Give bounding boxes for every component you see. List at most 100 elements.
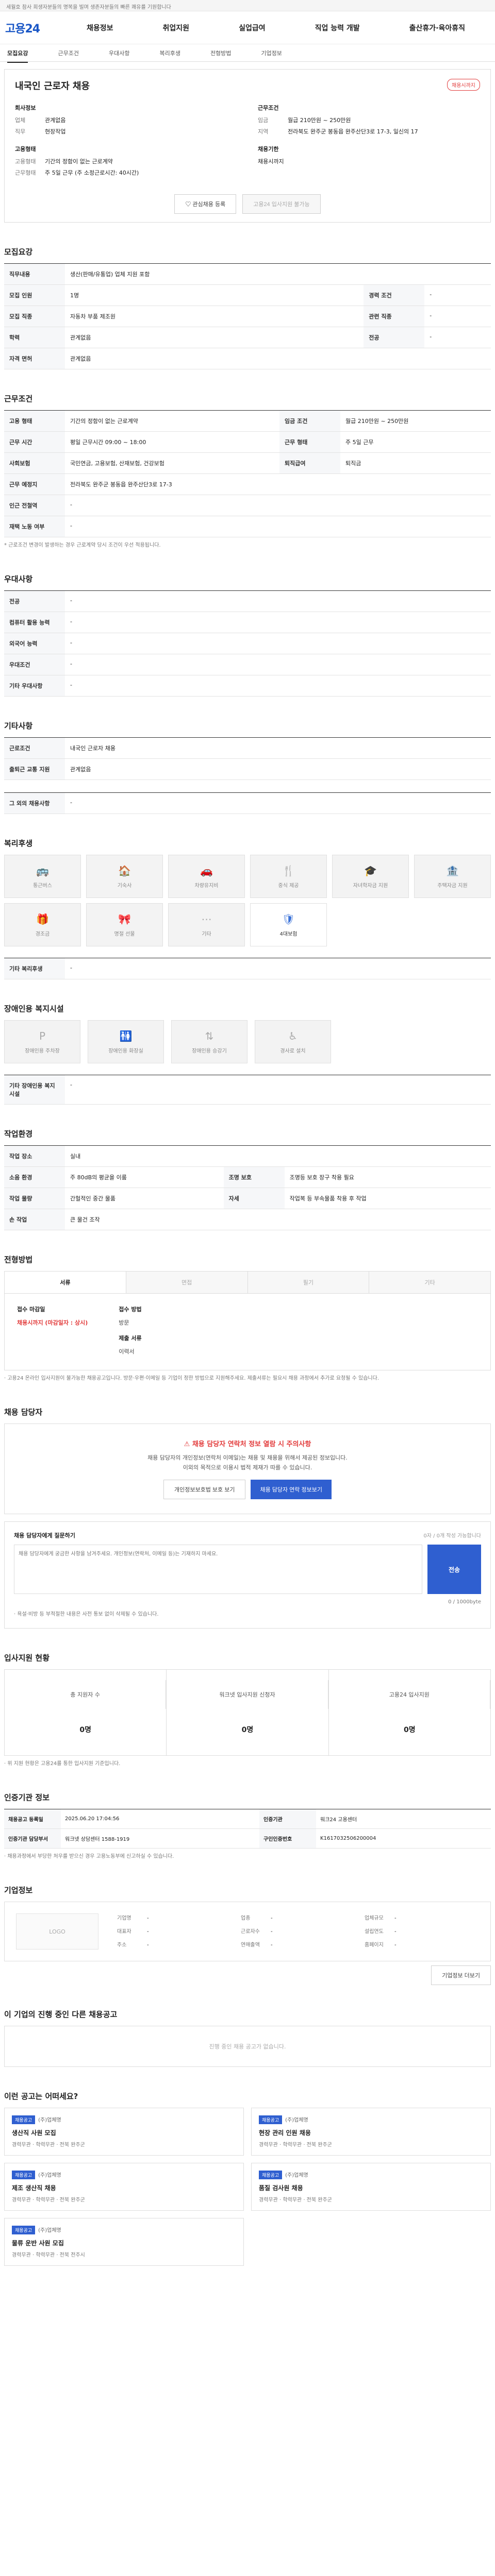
tab-preference[interactable]: 우대사항	[109, 49, 129, 57]
cell-value: 주 80dB의 평균을 이룸	[65, 1166, 224, 1188]
company-section: 기업정보 LOGO 기업명 - 업종 - 업체규모 - 대표자 - 근로자수 - 설립연도 - 주소 - 연…	[4, 1885, 491, 1986]
disability-item: ♿ 경사로 설치	[255, 1020, 331, 1063]
tab-welfare[interactable]: 복리후생	[159, 49, 180, 57]
cell-key: 기타 우대사항	[4, 675, 65, 697]
cell-key: 구인인증번호	[259, 1828, 317, 1849]
cell-value: 주 5일 근무	[340, 431, 491, 453]
parking-icon: P	[39, 1029, 46, 1042]
tab-conditions[interactable]: 근무조건	[58, 49, 78, 57]
recommend-meta: 경력무관 · 학력무관 · 전북 전주시	[12, 2252, 85, 2259]
warning-icon: ⚠	[184, 1440, 192, 1448]
welfare-item: 🏠 기숙사	[86, 855, 163, 898]
cell-key: 전공	[4, 590, 65, 612]
cell-key: 모집 인원	[4, 284, 65, 306]
company-field: 기업명 -	[117, 1913, 232, 1923]
cell-key: 사회보험	[4, 452, 65, 474]
warning-text: 채용 담당자 연락처 정보 열람 시 주의사항	[192, 1440, 311, 1448]
cell-value: -	[65, 590, 491, 612]
section-title: 이런 공고는 어떠세요?	[4, 2092, 78, 2102]
recommend-title[interactable]: 품질 검사원 채용	[259, 2183, 483, 2192]
privacy-info-button[interactable]: 개인정보보호법 보호 보기	[163, 1480, 246, 1500]
welfare-item: 🎓 자녀학자금 지원	[332, 855, 409, 898]
cell-value: 관계없음	[65, 348, 491, 369]
cell-value: -	[65, 792, 491, 814]
company-more-button[interactable]: 기업정보 더보기	[431, 1965, 491, 1986]
cell-value: -	[65, 1075, 491, 1105]
notice-desc-2: 이외의 목적으로 이용시 법적 제재가 따를 수 있습니다.	[183, 1464, 312, 1471]
section-title: 장애인용 복지시설	[4, 1004, 64, 1013]
tab-written[interactable]: 필기	[248, 1272, 370, 1293]
company-field-key: 대표자	[117, 1929, 131, 1935]
recommend-card[interactable]: 채용공고 (주)업체명 현장 관리 인원 채용 경력무관 · 학력무관 · 전북 완주…	[251, 2108, 491, 2156]
company-field: 설립연도 -	[365, 1927, 479, 1936]
recommend-card[interactable]: 채용공고 (주)업체명 품질 검사원 채용 경력무관 · 학력무관 · 전북 완주군	[251, 2163, 491, 2211]
tab-company[interactable]: 기업정보	[261, 49, 282, 57]
company-field-value: -	[394, 1929, 397, 1935]
ramp-icon: ♿	[288, 1029, 298, 1042]
nav-item-training[interactable]: 직업 능력 개발	[315, 23, 360, 33]
bookmark-button[interactable]: ♡ 관심채용 등록	[174, 194, 237, 214]
recommend-title[interactable]: 제조 생산직 채용	[12, 2183, 236, 2192]
tab-document[interactable]: 서류	[5, 1272, 126, 1293]
section-title: 인증기관 정보	[4, 1793, 50, 1803]
welfare-item: 🍴 중식 제공	[250, 855, 327, 898]
cell-value: 생산(판매/유통업) 업체 지원 포함	[65, 263, 491, 285]
job-summary: 내국인 근로자 채용 채용시까지 회사정보 업체 관계없음 직무 현장작업 근무조건…	[4, 69, 491, 223]
cell-key: 근로조건	[4, 737, 65, 759]
nav-item-benefit[interactable]: 실업급여	[239, 23, 266, 33]
disability-grid: P 장애인용 주차장 🚻 장애인용 화장실 ⇅ 장애인용 승강기 ♿ 경사로 설치	[4, 1020, 491, 1063]
recommend-card[interactable]: 채용공고 (주)업체명 제조 생산직 채용 경력무관 · 학력무관 · 전북 완주군	[4, 2163, 244, 2211]
car-icon: 🚗	[200, 864, 213, 877]
disability-item: ⇅ 장애인용 승강기	[171, 1020, 248, 1063]
tab-recruit[interactable]: 모집요강	[7, 49, 28, 63]
company-field-value: -	[147, 1942, 149, 1948]
method-caption: 접수 방법	[119, 1306, 142, 1313]
recommend-title[interactable]: 물류 운반 사원 모집	[12, 2239, 236, 2247]
recommend-company: (주)업체명	[285, 2173, 308, 2179]
recommend-top: 채용공고 (주)업체명	[12, 2115, 236, 2125]
recommend-company: (주)업체명	[285, 2117, 308, 2124]
selection-section: 전형방법 서류 면접 필기 기타 접수 마감일 채용시까지 (마감일자 : 상시…	[4, 1254, 491, 1383]
nav-item-leave[interactable]: 출산휴가·육아휴직	[409, 23, 465, 33]
recommend-title[interactable]: 생산직 사원 모집	[12, 2128, 236, 2137]
brand-logo[interactable]: 고용24	[5, 20, 62, 36]
inquiry-input[interactable]	[14, 1545, 422, 1595]
cell-value: 전라북도 완주군 봉동읍 완주산단3로 17-3	[65, 473, 491, 495]
applicants-section: 입사지원 현황 총 지원자 수 0명 워크넷 입사지원 신청자 0명 고용24 입사…	[4, 1652, 491, 1768]
inquiry-submit-button[interactable]: 전송	[427, 1545, 481, 1595]
section-title: 작업환경	[4, 1129, 33, 1139]
recommend-title[interactable]: 현장 관리 인원 채용	[259, 2128, 483, 2137]
deadline-caption: 접수 마감일	[17, 1306, 45, 1313]
kv-value: 주 5일 근무 (주 소정근로시간: 40시간)	[45, 170, 139, 176]
welfare-grid: 🚌 통근버스 🏠 기숙사 🚗 차량유지비 🍴 중식 제공 🎓 자녀학자금 지원 🏦 주택자금 지원 🎁 경…	[4, 855, 491, 946]
kv-value: 월급 210만원 ~ 250만원	[288, 117, 351, 124]
apply-disabled-button[interactable]: 고용24 입사지원 불가능	[242, 194, 321, 214]
cell-key: 자세	[223, 1188, 285, 1209]
cell-value: -	[65, 612, 491, 633]
cell-value: 큰 물건 조작	[65, 1209, 491, 1230]
nav-item-jobs[interactable]: 채용정보	[87, 23, 113, 33]
disability-label: 장애인용 화장실	[108, 1048, 143, 1054]
recommend-card[interactable]: 채용공고 (주)업체명 생산직 사원 모집 경력무관 · 학력무관 · 전북 완주군	[4, 2108, 244, 2156]
cell-value: -	[424, 327, 491, 348]
kv-key: 업체	[15, 117, 26, 124]
disability-section: 장애인용 복지시설 P 장애인용 주차장 🚻 장애인용 화장실 ⇅ 장애인용 승강기 ♿ 경사…	[4, 1003, 491, 1105]
recommend-meta: 경력무관 · 학력무관 · 전북 완주군	[259, 2142, 332, 2148]
cell-value: K1617032506200004	[316, 1828, 491, 1849]
recommend-top: 채용공고 (주)업체명	[259, 2171, 483, 2180]
tab-selection[interactable]: 전형방법	[210, 49, 231, 57]
tab-other[interactable]: 기타	[369, 1272, 490, 1293]
tab-interview[interactable]: 면접	[126, 1272, 248, 1293]
recommend-card[interactable]: 채용공고 (주)업체명 물류 운반 사원 모집 경력무관 · 학력무관 · 전북 전주…	[4, 2218, 244, 2266]
view-contact-button[interactable]: 채용 담당자 연락 정보보기	[251, 1480, 332, 1500]
stat-label: 워크넷 입사지원 신청자	[167, 1680, 328, 1709]
cell-key: 채용공고 등록일	[4, 1809, 61, 1829]
cell-key: 컴퓨터 활용 능력	[4, 612, 65, 633]
method-value: 방문	[119, 1319, 129, 1326]
condition-caption: 근무조건	[258, 105, 279, 111]
inquiry-title: 채용 담당자에게 질문하기	[14, 1532, 75, 1539]
cell-value: 워크넷 상담센터 1588-1919	[61, 1828, 260, 1849]
nav-item-support[interactable]: 취업지원	[163, 23, 190, 33]
header: 고용24 채용정보 취업지원 실업급여 직업 능력 개발 출산휴가·육아휴직	[0, 11, 495, 44]
inquiry-note: · 욕설·비방 등 부적절한 내용은 사전 통보 없이 삭제될 수 있습니다.	[14, 1612, 159, 1618]
